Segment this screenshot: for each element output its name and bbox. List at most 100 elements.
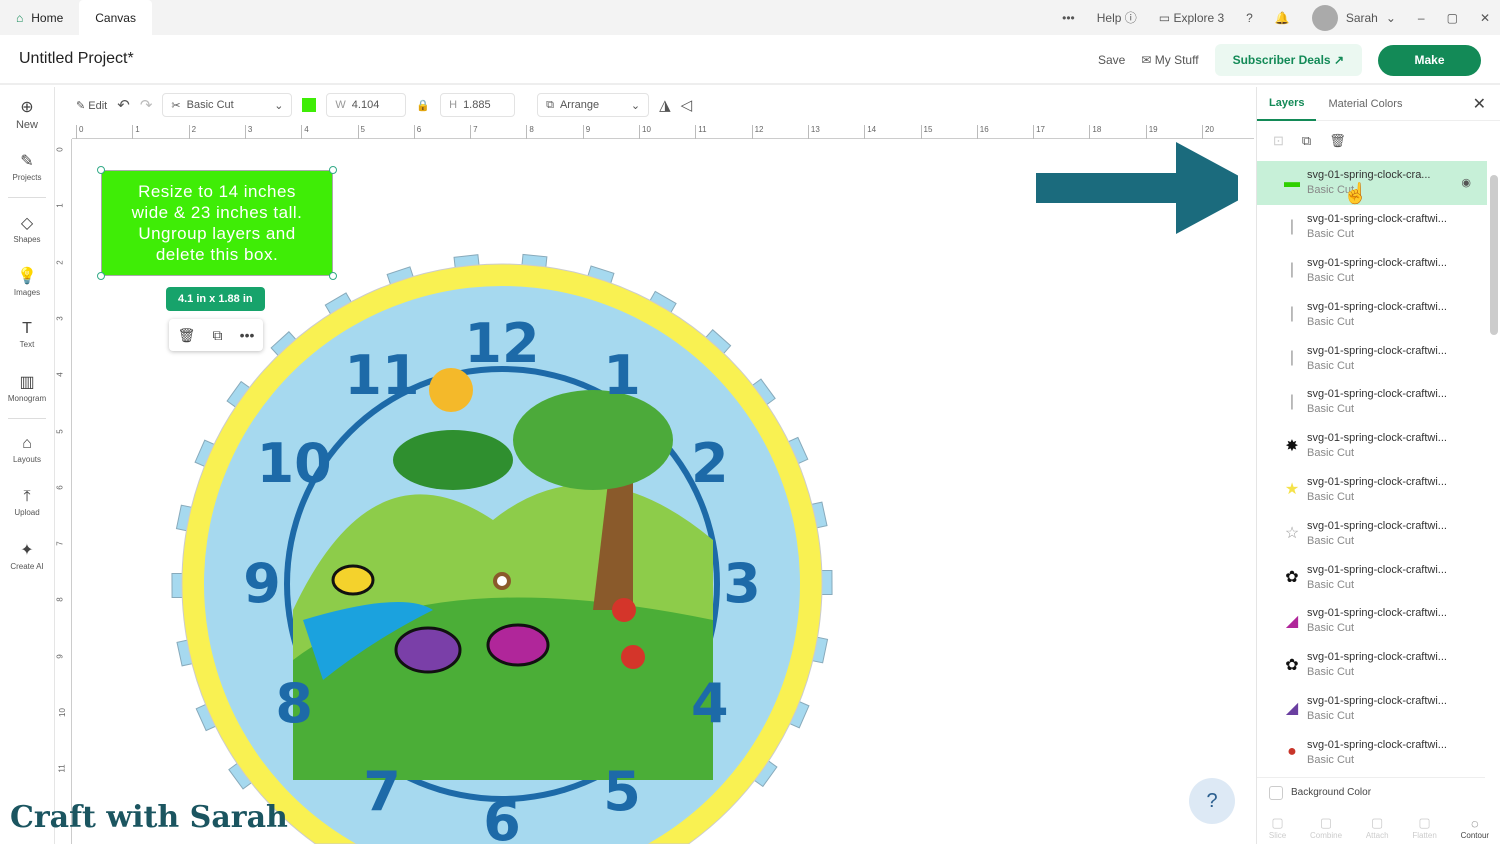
chevron-down-icon: ⌄ [274, 99, 284, 112]
scissors-icon: ✂ [171, 99, 181, 112]
sidebar-item-create-ai[interactable]: ✦ Create AI [0, 529, 54, 582]
sidebar-item-shapes[interactable]: ◇ Shapes [0, 202, 54, 255]
ruler-tick: 10 [57, 708, 67, 717]
sidebar-item-projects[interactable]: ✎ Projects [0, 140, 54, 193]
layer-item[interactable]: ● svg-01-spring-clock-craftwi... Basic Cut [1257, 730, 1487, 765]
arrange-select[interactable]: ⧉ Arrange ⌄ [537, 93, 650, 117]
height-field[interactable]: H 1.885 [440, 93, 516, 117]
undo-button[interactable]: ↶ [117, 96, 130, 114]
more-icon[interactable]: ••• [240, 327, 255, 343]
checkbox[interactable] [1269, 785, 1283, 800]
layer-item[interactable]: | svg-01-spring-clock-craftwi... Basic Cut [1257, 380, 1487, 424]
title-bar: ⌂ Home Canvas ••• Help ⓘ ▭ Explore 3 ? 🔔 … [0, 0, 1500, 35]
explore-button[interactable]: ▭ Explore 3 [1159, 11, 1224, 25]
layer-item[interactable]: | svg-01-spring-clock-craftwi... Basic Cut [1257, 292, 1487, 336]
ruler-tick: 9 [55, 653, 65, 659]
support-icon[interactable]: ? [1246, 11, 1253, 25]
tab-material-colors[interactable]: Material Colors [1316, 87, 1414, 121]
bell-icon[interactable]: 🔔 [1275, 11, 1290, 25]
ruler-tick: 2 [188, 125, 196, 139]
help-button[interactable]: Help ⓘ [1097, 9, 1137, 26]
edit-toolbar: ✎ Edit ↶ ↷ ✂ Basic Cut ⌄ W 4.104 🔒 H 1.885 ⧉… [56, 87, 1254, 123]
instruction-textbox[interactable]: Resize to 14 inches wide & 23 inches tal… [101, 170, 333, 276]
ruler-tick: 19 [1145, 125, 1158, 139]
close-window-button[interactable]: ✕ [1480, 11, 1490, 25]
resize-handle[interactable] [97, 272, 105, 280]
help-fab-button[interactable]: ? [1189, 778, 1235, 824]
layer-item[interactable]: ✸ svg-01-spring-clock-craftwi... Basic Cut [1257, 424, 1487, 468]
duplicate-icon[interactable]: ⧉ [213, 327, 223, 344]
tool-slice[interactable]: ▢ Slice [1269, 815, 1286, 840]
subscriber-deals-button[interactable]: Subscriber Deals ↗ [1214, 44, 1362, 76]
layer-item[interactable]: ✿ svg-01-spring-clock-craftwi... Basic Cut [1257, 555, 1487, 599]
tab-layers[interactable]: Layers [1257, 87, 1317, 121]
sidebar-item-monogram[interactable]: ▥ Monogram [0, 361, 54, 414]
layer-item[interactable]: | svg-01-spring-clock-craftwi... Basic Cut [1257, 205, 1487, 249]
width-field[interactable]: W 4.104 [326, 93, 407, 117]
layer-item[interactable]: ★ svg-01-spring-clock-craftwi... Basic Cut [1257, 468, 1487, 512]
user-menu[interactable]: Sarah ⌄ [1311, 4, 1396, 31]
background-color-toggle[interactable]: Background Color [1257, 777, 1485, 807]
flip-horizontal-icon[interactable]: ◮ [659, 96, 671, 114]
ruler-tick: 16 [976, 125, 989, 139]
operation-select[interactable]: ✂ Basic Cut ⌄ [162, 93, 293, 117]
horizontal-ruler: 0 1 2 3 4 5 6 7 8 9 10 11 12 13 14 15 16 17 18 19 20 [72, 123, 1254, 139]
layer-item[interactable]: | svg-01-spring-clock-craftwi... Basic Cut [1257, 336, 1487, 380]
close-panel-icon[interactable]: ✕ [1473, 94, 1486, 114]
tool-attach[interactable]: ▢ Attach [1366, 815, 1389, 840]
sidebar-item-upload[interactable]: ⤒ Upload [0, 476, 54, 529]
ruler-tick: 17 [1033, 125, 1045, 139]
sidebar-item-layouts[interactable]: ⌂ Layouts [0, 423, 54, 476]
scrollbar[interactable] [1490, 175, 1498, 335]
save-button[interactable]: Save [1098, 53, 1125, 67]
project-header: Untitled Project* Save ✉ My Stuff Subscr… [0, 35, 1500, 85]
sidebar-item-new[interactable]: ⊕ New [0, 87, 54, 140]
more-menu-button[interactable]: ••• [1062, 11, 1075, 25]
layer-thumbnail-icon: ✸ [1285, 437, 1299, 455]
tab-home[interactable]: ⌂ Home [0, 0, 79, 35]
layer-item[interactable]: ✿ svg-01-spring-clock-craftwi... Basic Cut [1257, 643, 1487, 687]
tool-combine[interactable]: ▢ Combine [1310, 815, 1342, 840]
left-sidebar: ⊕ New ✎ Projects ◇ Shapes 💡 Images T Text ▥ Monogra… [0, 87, 55, 844]
eye-icon[interactable]: ◉ [1461, 176, 1471, 189]
minimize-button[interactable]: – [1418, 11, 1425, 25]
design-canvas[interactable]: 12 1 2 3 4 5 6 7 8 9 10 11 Resize to 14 inches wide… [73, 140, 1238, 844]
layer-item[interactable]: ◢ svg-01-spring-clock-craftwi... Basic Cut [1257, 687, 1487, 731]
sidebar-item-text[interactable]: T Text [0, 308, 54, 361]
edit-button[interactable]: ✎ Edit [76, 99, 107, 112]
layer-thumbnail-icon: ☆ [1284, 525, 1300, 543]
ruler-tick: 5 [357, 125, 365, 139]
tool-flatten[interactable]: ▢ Flatten [1412, 815, 1436, 840]
inbox-icon: ✉ [1141, 53, 1152, 67]
maximize-button[interactable]: ▢ [1447, 11, 1458, 25]
flip-vertical-icon[interactable]: ◁ [681, 96, 693, 114]
ruler-tick: 0 [55, 147, 65, 152]
lock-icon[interactable]: 🔒 [416, 99, 430, 112]
layer-item[interactable]: ▬ svg-01-spring-clock-cra... Basic Cut ◉ ☝ [1257, 161, 1487, 205]
layer-item[interactable]: ◢ svg-01-spring-clock-craftwi... Basic Cut [1257, 599, 1487, 643]
trash-icon[interactable]: 🗑 [1329, 133, 1346, 149]
my-stuff-button[interactable]: ✉ My Stuff [1141, 53, 1198, 67]
create-ai-icon: ✦ [20, 542, 34, 559]
project-title[interactable]: Untitled Project* [19, 50, 134, 68]
clock-number: 3 [723, 552, 761, 615]
tab-canvas[interactable]: Canvas [79, 0, 152, 35]
make-button[interactable]: Make [1378, 44, 1481, 76]
vertical-ruler: 0 1 2 3 4 5 6 7 8 9 10 11 [56, 139, 72, 844]
sidebar-item-images[interactable]: 💡 Images [0, 255, 54, 308]
layer-item[interactable]: | svg-01-spring-clock-craftwi... Basic Cut [1257, 249, 1487, 293]
trash-icon[interactable]: 🗑 [178, 327, 196, 344]
ruler-tick: 4 [55, 372, 65, 377]
resize-handle[interactable] [329, 166, 337, 174]
tool-contour[interactable]: ◌ Contour [1461, 816, 1489, 840]
ruler-tick: 7 [55, 541, 65, 546]
redo-button[interactable]: ↷ [140, 96, 153, 114]
images-icon: 💡 [17, 268, 37, 285]
resize-handle[interactable] [329, 272, 337, 280]
group-icon[interactable]: ⊡ [1273, 133, 1284, 149]
layer-item[interactable]: ☆ svg-01-spring-clock-craftwi... Basic Cut [1257, 511, 1487, 555]
color-swatch[interactable] [302, 98, 317, 112]
ruler-tick: 5 [55, 428, 65, 434]
resize-handle[interactable] [97, 166, 105, 174]
duplicate-icon[interactable]: ⧉ [1302, 133, 1311, 149]
